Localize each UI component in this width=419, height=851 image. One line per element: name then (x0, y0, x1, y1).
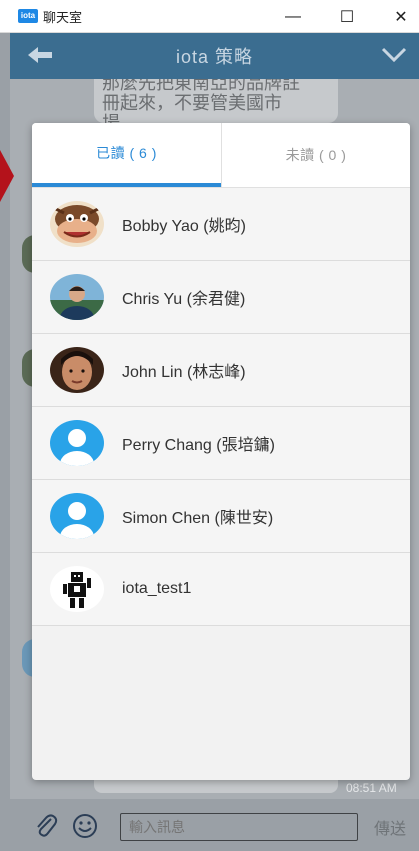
reader-list: Bobby Yao (姚昀) Chris Yu (余君健) John Lin (… (32, 188, 410, 626)
robot-avatar (50, 566, 104, 612)
photo-avatar (50, 274, 104, 320)
list-item[interactable]: Simon Chen (陳世安) (32, 480, 410, 553)
message-bubble: 那麼先把東南亞的品牌註 冊起來，不要管美國市 場。 (94, 79, 338, 123)
tab-read[interactable]: 已讀 ( 6 ) (32, 123, 221, 187)
message-input[interactable] (120, 813, 358, 841)
list-item[interactable]: John Lin (林志峰) (32, 334, 410, 407)
list-item[interactable]: iota_test1 (32, 553, 410, 626)
chat-title: iota 策略 (175, 47, 254, 67)
chevron-down-icon[interactable] (381, 47, 407, 68)
user-name: Chris Yu (余君健) (122, 291, 246, 308)
user-name: Bobby Yao (姚昀) (122, 218, 246, 235)
default-person-avatar (50, 493, 104, 539)
arrow-left-icon[interactable] (26, 45, 54, 70)
close-button[interactable]: ✕ (378, 0, 419, 33)
smiley-icon[interactable] (72, 813, 98, 844)
default-person-avatar (50, 420, 104, 466)
tab-read-label: 已讀 ( 6 ) (96, 145, 157, 161)
app-logo-icon: iota (18, 9, 38, 23)
user-name: John Lin (林志峰) (122, 364, 246, 381)
read-receipts-dialog: 已讀 ( 6 ) 未讀 ( 0 ) Bobby Yao (姚昀) Chris Y… (32, 123, 410, 780)
message-timestamp: 08:51 AM (346, 781, 397, 795)
maximize-button[interactable]: ☐ (324, 0, 370, 33)
user-name: Perry Chang (張培鏞) (122, 437, 275, 454)
list-item[interactable]: Perry Chang (張培鏞) (32, 407, 410, 480)
list-item[interactable]: Chris Yu (余君健) (32, 261, 410, 334)
window-titlebar: iota 聊天室 — ☐ ✕ (0, 0, 419, 33)
list-item[interactable]: Bobby Yao (姚昀) (32, 188, 410, 261)
user-name: iota_test1 (122, 580, 192, 597)
paperclip-icon[interactable] (34, 813, 58, 844)
tasmanian-devil-avatar (50, 201, 104, 247)
send-button[interactable]: 傳送 (374, 815, 406, 839)
message-input-bar: 傳送 (10, 799, 419, 851)
user-name: Simon Chen (陳世安) (122, 510, 274, 527)
tab-unread-label: 未讀 ( 0 ) (285, 147, 347, 163)
tab-bar: 已讀 ( 6 ) 未讀 ( 0 ) (32, 123, 410, 188)
minimize-button[interactable]: — (270, 0, 316, 33)
red-arrow-indicator (0, 150, 14, 202)
window-title: 聊天室 (43, 9, 83, 25)
chat-header: iota 策略 (10, 33, 419, 79)
tab-unread[interactable]: 未讀 ( 0 ) (221, 123, 410, 187)
photo-avatar (50, 347, 104, 393)
